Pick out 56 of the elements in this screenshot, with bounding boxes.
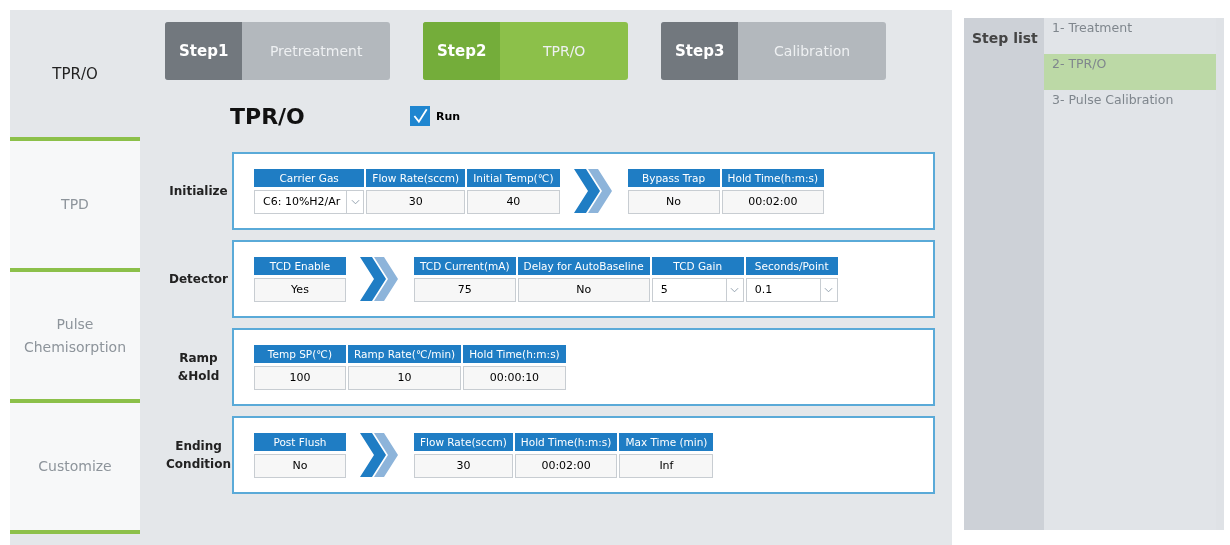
step-name: Pretreatment: [268, 42, 364, 61]
field-header: TCD Enable: [254, 256, 346, 275]
input-field[interactable]: Inf: [619, 453, 714, 478]
input-field[interactable]: No: [517, 277, 650, 302]
field-header: Delay for AutoBaseline: [517, 256, 650, 275]
section-label: Detector: [168, 271, 229, 288]
step-number: Step3: [661, 22, 739, 80]
step-name: TPR/O: [541, 42, 587, 61]
chevron-icon: [573, 169, 614, 213]
page-title: TPR/O: [230, 103, 306, 129]
dropdown-field[interactable]: 0.1: [745, 277, 838, 302]
field-header: Seconds/Point: [745, 256, 838, 275]
field-header: TCD Current(mA): [414, 256, 516, 275]
chevron-icon: [360, 257, 400, 301]
input-field[interactable]: 10: [348, 365, 462, 390]
section-label: Initialize: [168, 183, 229, 200]
field-header: Hold Time(h:m:s): [514, 432, 618, 451]
field-header: Post Flush: [254, 432, 346, 451]
field-header: Ramp Rate(℃/min): [348, 344, 462, 363]
section-label: Ending Condition: [165, 438, 232, 473]
input-field[interactable]: 00:02:00: [514, 453, 618, 478]
field-header: Carrier Gas: [254, 168, 365, 187]
input-field[interactable]: 100: [254, 365, 346, 390]
field-header: Flow Rate(sccm): [366, 168, 466, 187]
input-field[interactable]: 40: [467, 189, 560, 214]
dropdown-field[interactable]: 5: [651, 277, 744, 302]
input-field[interactable]: 30: [414, 453, 513, 478]
run-label: Run: [436, 109, 461, 123]
field-header: Temp SP(℃): [254, 344, 346, 363]
field-header: Bypass Trap: [627, 168, 720, 187]
input-field[interactable]: 30: [366, 189, 466, 214]
step-name: Calibration: [773, 42, 852, 61]
field-header: Max Time (min): [619, 432, 714, 451]
step-tab[interactable]: Step3 Calibration: [661, 22, 886, 80]
run-checkbox[interactable]: [410, 106, 430, 126]
section-label: Ramp &Hold: [176, 350, 221, 385]
field-header: Hold Time(h:m:s): [721, 168, 825, 187]
input-field[interactable]: Yes: [254, 277, 346, 302]
field-header: Flow Rate(sccm): [414, 432, 513, 451]
caret-icon: [824, 286, 834, 293]
input-field[interactable]: 75: [414, 277, 516, 302]
step-number: Step2: [423, 22, 501, 80]
step-tab[interactable]: Step1 Pretreatment: [165, 22, 390, 80]
step-number: Step1: [165, 22, 243, 80]
input-field[interactable]: 00:00:10: [463, 365, 566, 390]
input-field[interactable]: No: [627, 189, 720, 214]
input-field[interactable]: No: [254, 453, 346, 478]
field-header: Hold Time(h:m:s): [463, 344, 566, 363]
field-header: TCD Gain: [651, 256, 744, 275]
chevron-icon: [360, 433, 400, 477]
caret-icon: [350, 198, 360, 205]
step-list-label: Step list: [964, 18, 1044, 530]
field-header: Initial Temp(℃): [467, 168, 560, 187]
dropdown-field[interactable]: C6: 10%H2/Ar: [254, 189, 365, 214]
input-field[interactable]: 00:02:00: [721, 189, 825, 214]
caret-icon: [730, 286, 740, 293]
